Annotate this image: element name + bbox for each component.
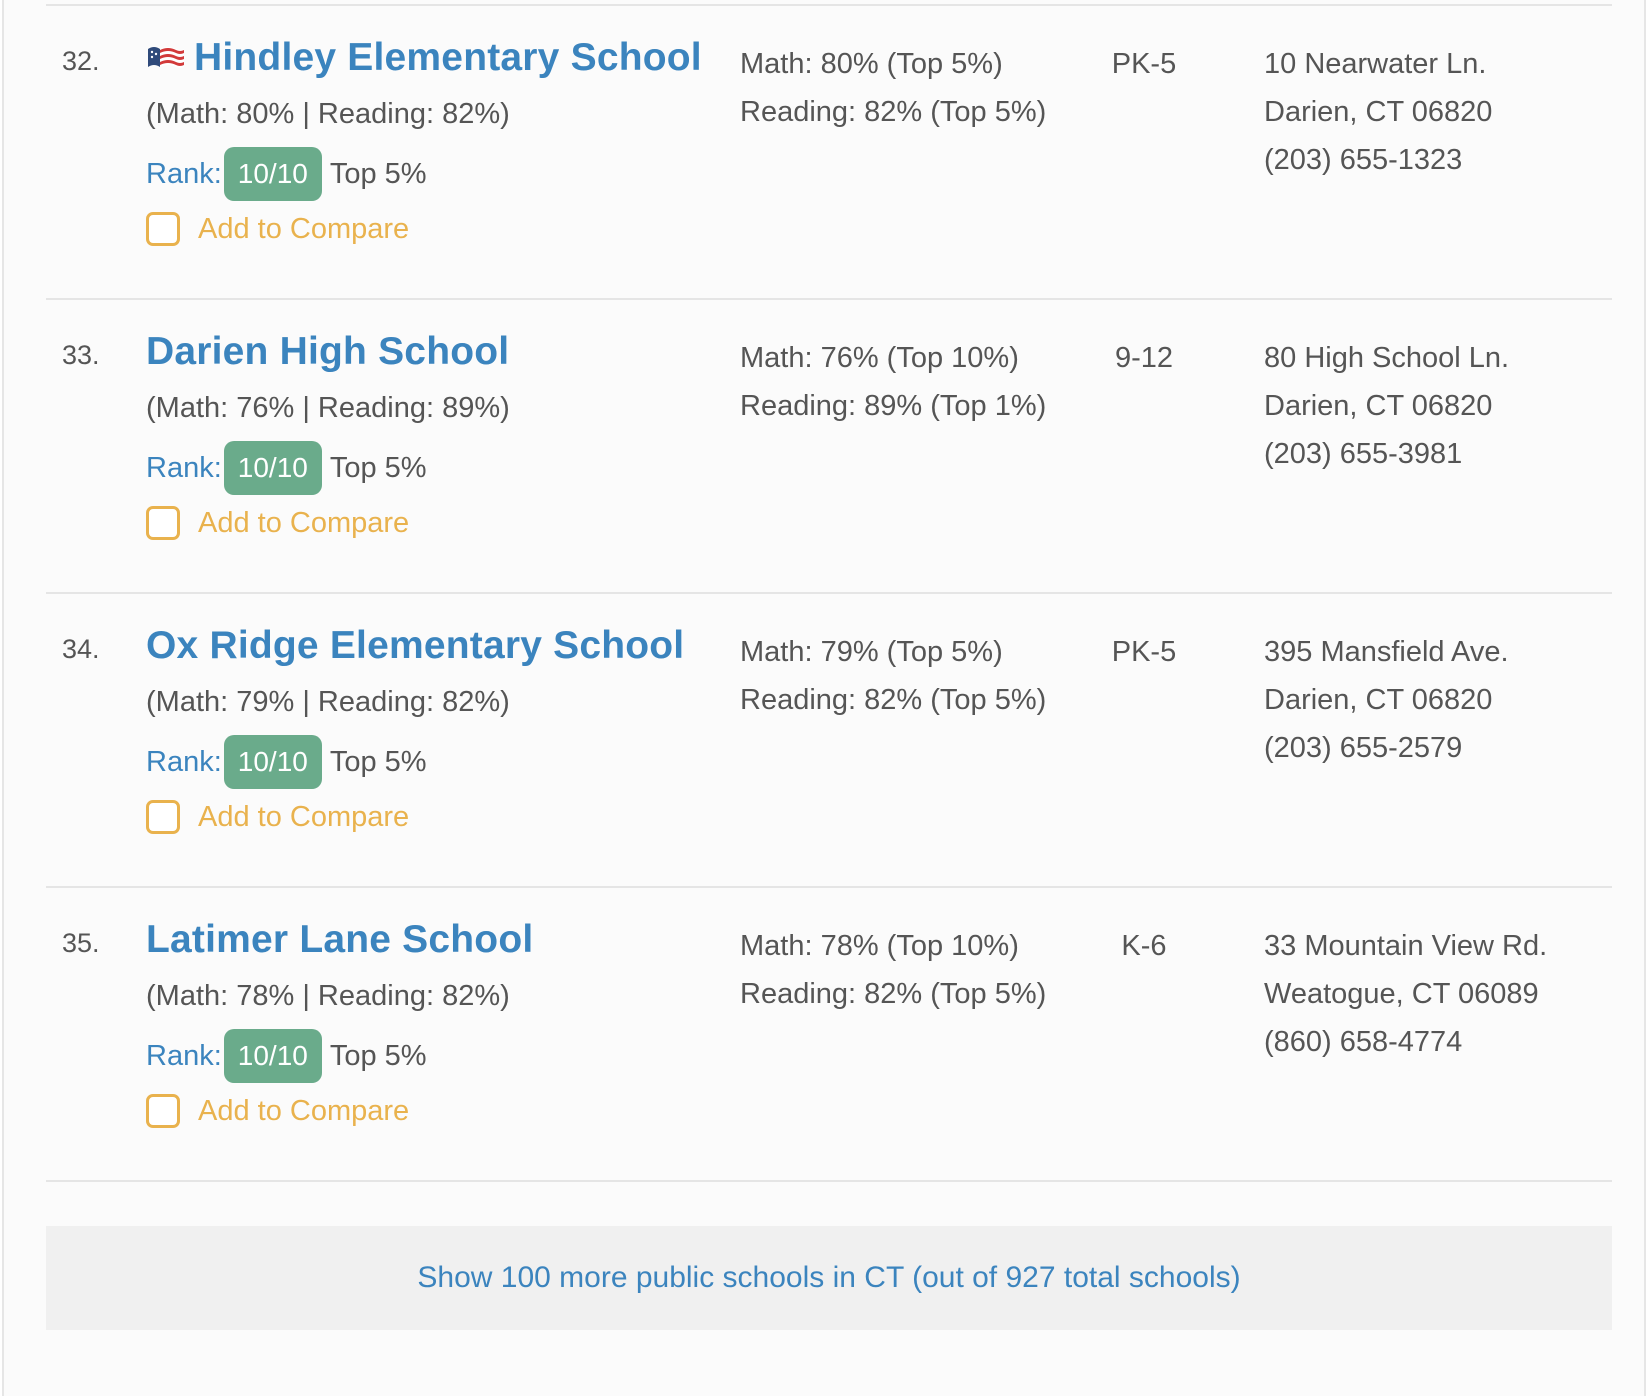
school-title: Hindley Elementary School	[146, 36, 702, 80]
compare-checkbox[interactable]	[146, 1094, 180, 1128]
address-street: 33 Mountain View Rd.	[1264, 930, 1548, 962]
phone-number: (203) 655-2579	[1264, 732, 1463, 764]
performance-column: Math: 76% (Top 10%) Reading: 89% (Top 1%…	[740, 334, 1046, 430]
add-to-compare[interactable]: Add to Compare	[146, 800, 409, 834]
rank-label[interactable]: Rank:	[146, 452, 222, 485]
compare-label[interactable]: Add to Compare	[198, 213, 409, 246]
performance-column: Math: 80% (Top 5%) Reading: 82% (Top 5%)	[740, 40, 1046, 136]
rank-number: 34.	[62, 634, 100, 664]
address-column: 80 High School Ln. Darien, CT 06820 (203…	[1264, 334, 1509, 478]
results-panel: 32. Hindley Elementary School (Math: 80%…	[2, 0, 1646, 1396]
school-name-link[interactable]: Ox Ridge Elementary School	[146, 624, 684, 668]
rank-number: 32.	[62, 46, 100, 76]
rank-badge: 10/10	[223, 735, 322, 789]
rank-line: Rank: 10/10 Top 5%	[146, 440, 427, 496]
rank-line: Rank: 10/10 Top 5%	[146, 146, 427, 202]
flag-icon	[146, 43, 186, 73]
school-scores: (Math: 78% | Reading: 82%)	[146, 980, 510, 1012]
reading-performance: Reading: 82% (Top 5%)	[740, 96, 1047, 128]
phone-number: (203) 655-3981	[1264, 438, 1463, 470]
rank-number: 33.	[62, 340, 100, 370]
address-street: 395 Mansfield Ave.	[1264, 636, 1509, 668]
address-city: Darien, CT 06820	[1264, 96, 1493, 128]
add-to-compare[interactable]: Add to Compare	[146, 212, 409, 246]
reading-performance: Reading: 89% (Top 1%)	[740, 390, 1047, 422]
address-city: Weatogue, CT 06089	[1264, 978, 1539, 1010]
address-street: 10 Nearwater Ln.	[1264, 48, 1487, 80]
compare-label[interactable]: Add to Compare	[198, 801, 409, 834]
rank-badge: 10/10	[223, 1029, 322, 1083]
phone-number: (203) 655-1323	[1264, 144, 1463, 176]
address-city: Darien, CT 06820	[1264, 684, 1493, 716]
rank-badge: 10/10	[223, 147, 322, 201]
grades: 9-12	[1114, 342, 1174, 374]
school-scores: (Math: 79% | Reading: 82%)	[146, 686, 510, 718]
school-scores: (Math: 76% | Reading: 89%)	[146, 392, 510, 424]
rank-percentile: Top 5%	[329, 745, 427, 778]
school-row: 34. Ox Ridge Elementary School (Math: 79…	[46, 594, 1612, 888]
rank-number: 35.	[62, 928, 100, 958]
math-performance: Math: 80% (Top 5%)	[740, 48, 1003, 80]
performance-column: Math: 78% (Top 10%) Reading: 82% (Top 5%…	[740, 922, 1046, 1018]
address-column: 10 Nearwater Ln. Darien, CT 06820 (203) …	[1264, 40, 1492, 184]
school-row: 33. Darien High School (Math: 76% | Read…	[46, 300, 1612, 594]
compare-label[interactable]: Add to Compare	[198, 1095, 409, 1128]
address-column: 33 Mountain View Rd. Weatogue, CT 06089 …	[1264, 922, 1547, 1066]
rank-percentile: Top 5%	[329, 157, 427, 190]
show-more-bar: Show 100 more public schools in CT (out …	[46, 1226, 1612, 1330]
school-scores: (Math: 80% | Reading: 82%)	[146, 98, 510, 130]
grades: PK-5	[1111, 636, 1177, 668]
school-row: 35. Latimer Lane School (Math: 78% | Rea…	[46, 888, 1612, 1182]
rank-line: Rank: 10/10 Top 5%	[146, 734, 427, 790]
reading-performance: Reading: 82% (Top 5%)	[740, 978, 1047, 1010]
grades: K-6	[1121, 930, 1167, 962]
rank-line: Rank: 10/10 Top 5%	[146, 1028, 427, 1084]
address-city: Darien, CT 06820	[1264, 390, 1493, 422]
rank-percentile: Top 5%	[329, 451, 427, 484]
rank-label[interactable]: Rank:	[146, 746, 222, 779]
compare-checkbox[interactable]	[146, 506, 180, 540]
add-to-compare[interactable]: Add to Compare	[146, 506, 409, 540]
compare-checkbox[interactable]	[146, 212, 180, 246]
school-title: Darien High School	[146, 330, 509, 374]
school-name-link[interactable]: Hindley Elementary School	[194, 36, 702, 80]
phone-number: (860) 658-4774	[1264, 1026, 1463, 1058]
rank-percentile: Top 5%	[329, 1039, 427, 1072]
school-title: Latimer Lane School	[146, 918, 533, 962]
compare-label[interactable]: Add to Compare	[198, 507, 409, 540]
math-performance: Math: 78% (Top 10%)	[740, 930, 1019, 962]
math-performance: Math: 76% (Top 10%)	[740, 342, 1019, 374]
rank-label[interactable]: Rank:	[146, 1040, 222, 1073]
school-list: 32. Hindley Elementary School (Math: 80%…	[46, 6, 1612, 1182]
school-name-link[interactable]: Darien High School	[146, 330, 509, 374]
show-more-link[interactable]: Show 100 more public schools in CT (out …	[417, 1261, 1240, 1295]
rank-badge: 10/10	[223, 441, 322, 495]
performance-column: Math: 79% (Top 5%) Reading: 82% (Top 5%)	[740, 628, 1046, 724]
reading-performance: Reading: 82% (Top 5%)	[740, 684, 1047, 716]
math-performance: Math: 79% (Top 5%)	[740, 636, 1003, 668]
school-name-link[interactable]: Latimer Lane School	[146, 918, 533, 962]
compare-checkbox[interactable]	[146, 800, 180, 834]
address-column: 395 Mansfield Ave. Darien, CT 06820 (203…	[1264, 628, 1509, 772]
rank-label[interactable]: Rank:	[146, 158, 222, 191]
grades: PK-5	[1111, 48, 1177, 80]
add-to-compare[interactable]: Add to Compare	[146, 1094, 409, 1128]
school-row: 32. Hindley Elementary School (Math: 80%…	[46, 6, 1612, 300]
address-street: 80 High School Ln.	[1264, 342, 1510, 374]
school-title: Ox Ridge Elementary School	[146, 624, 684, 668]
